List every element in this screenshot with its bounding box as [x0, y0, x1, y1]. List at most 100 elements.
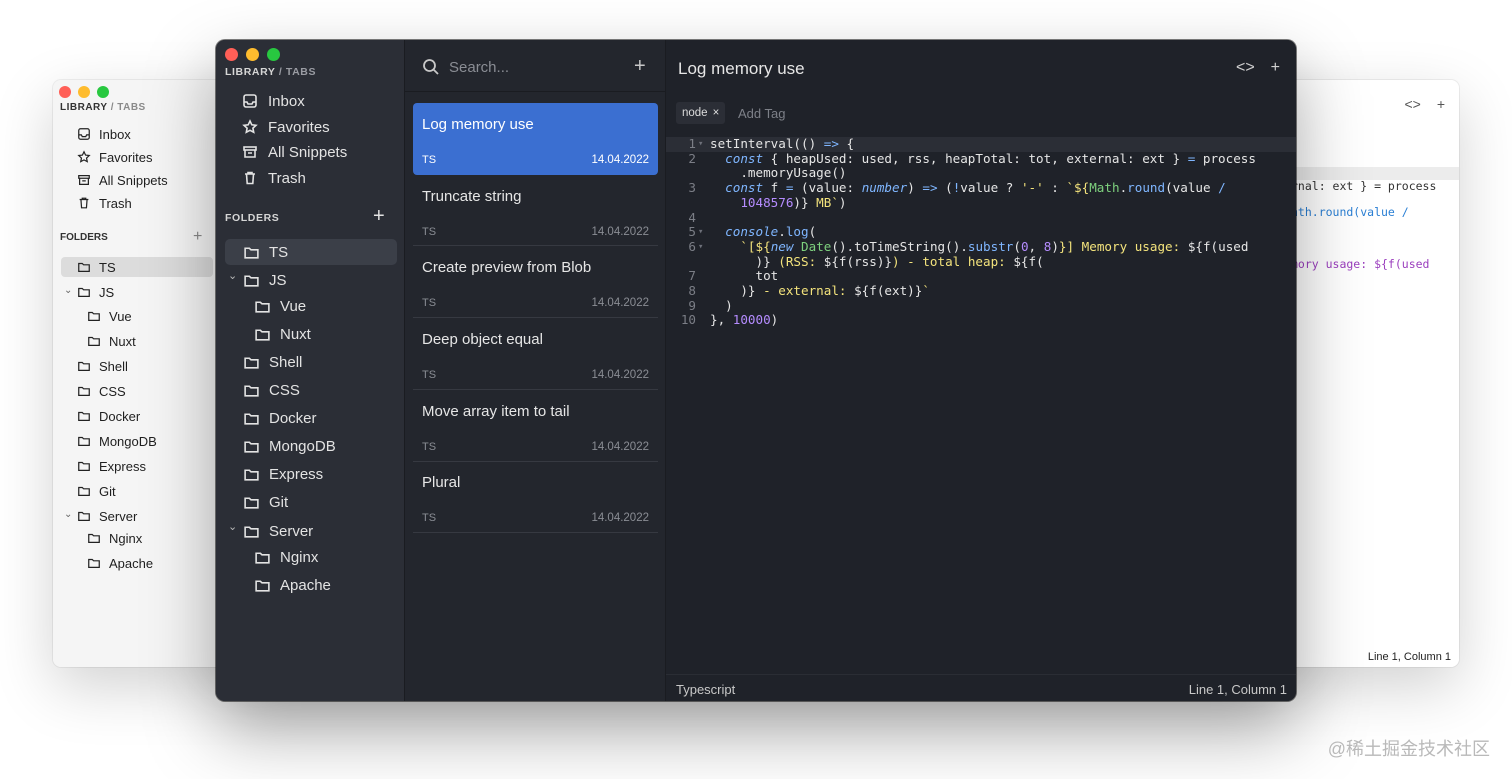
folder-shell[interactable]: Shell — [243, 349, 302, 375]
folder-git[interactable]: Git — [243, 489, 288, 515]
plus-icon[interactable]: + — [1437, 96, 1445, 112]
folder-icon — [88, 311, 100, 321]
watermark: @稀土掘金技术社区 — [1327, 739, 1490, 759]
light-folder-nuxt[interactable]: Nuxt — [87, 331, 136, 351]
light-breadcrumb-tabs[interactable]: TABS — [117, 102, 145, 113]
folder-js[interactable]: JS — [243, 267, 287, 293]
light-folder-express[interactable]: Express — [77, 456, 146, 476]
chevron-down-icon[interactable]: ⌄ — [228, 269, 237, 282]
add-folder-icon[interactable]: + — [373, 206, 385, 226]
folder-nginx[interactable]: Nginx — [254, 544, 318, 570]
light-folder-docker[interactable]: Docker — [77, 406, 140, 426]
snippet-language: TS — [422, 297, 437, 309]
close-button[interactable] — [225, 48, 238, 61]
star-icon — [77, 150, 91, 163]
chevron-down-icon[interactable]: ⌄ — [64, 509, 72, 520]
snippet-item[interactable]: Move array item to tail TS 14.04.2022 — [413, 390, 658, 462]
snippet-item[interactable]: Plural TS 14.04.2022 — [413, 461, 658, 533]
light-status-cursor: Line 1, Column 1 — [1367, 651, 1451, 663]
chevron-down-icon[interactable]: ⌄ — [228, 520, 237, 533]
light-folder-label: MongoDB — [99, 433, 157, 449]
search-box[interactable]: Search... — [422, 58, 509, 76]
light-folder-vue[interactable]: Vue — [87, 306, 132, 326]
folder-ts[interactable]: TS — [225, 239, 397, 265]
folder-icon — [78, 361, 90, 371]
light-breadcrumb: LIBRARY / TABS — [60, 102, 146, 113]
light-folder-label: Nginx — [109, 530, 143, 546]
sidebar-item-label: Trash — [268, 169, 306, 187]
light-nav-label: All Snippets — [99, 172, 168, 188]
light-folder-mongodb[interactable]: MongoDB — [77, 431, 157, 451]
minimize-button[interactable] — [246, 48, 259, 61]
sidebar-item-all-snippets[interactable]: All Snippets — [242, 140, 347, 164]
light-folder-label: Nuxt — [109, 333, 136, 349]
dark-theme-window: LIBRARY / TABS Inbox Favorites All Snipp… — [216, 40, 1296, 701]
sidebar-item-trash[interactable]: Trash — [242, 166, 306, 190]
code-line: 9 ) — [688, 297, 733, 313]
light-breadcrumb-library[interactable]: LIBRARY — [60, 102, 107, 113]
light-folder-git[interactable]: Git — [77, 481, 116, 501]
breadcrumb-library[interactable]: LIBRARY — [225, 66, 275, 78]
tag-chip[interactable]: node × — [676, 102, 726, 124]
breadcrumb-tabs[interactable]: TABS — [286, 66, 316, 78]
light-folder-apache[interactable]: Apache — [87, 553, 153, 573]
close-button[interactable] — [59, 86, 71, 98]
snippet-item[interactable]: Create preview from Blob TS 14.04.2022 — [413, 246, 658, 318]
snippet-item[interactable]: Deep object equal TS 14.04.2022 — [413, 318, 658, 390]
folder-icon — [244, 356, 259, 369]
chevron-down-icon[interactable]: ⌄ — [64, 285, 72, 296]
code-icon[interactable]: <> — [1404, 96, 1420, 112]
light-folder-js[interactable]: JS — [77, 282, 114, 302]
folder-docker[interactable]: Docker — [243, 405, 317, 431]
light-nav-favorites[interactable]: Favorites — [77, 147, 152, 167]
close-icon[interactable]: × — [713, 107, 720, 119]
folder-mongodb[interactable]: MongoDB — [243, 433, 336, 459]
snippet-item[interactable]: Truncate string TS 14.04.2022 — [413, 175, 658, 247]
light-folder-css[interactable]: CSS — [77, 381, 126, 401]
light-nav-all-snippets[interactable]: All Snippets — [77, 170, 168, 190]
snippet-list-pane: Search... + Log memory use TS 14.04.2022… — [405, 40, 666, 701]
snippet-language: TS — [422, 226, 437, 238]
snippet-date: 14.04.2022 — [591, 297, 649, 309]
add-snippet-icon[interactable]: + — [634, 56, 646, 76]
zoom-button[interactable] — [97, 86, 109, 98]
folder-css[interactable]: CSS — [243, 377, 300, 403]
light-folder-nginx[interactable]: Nginx — [87, 528, 142, 548]
folder-express[interactable]: Express — [243, 461, 323, 487]
search-icon — [423, 59, 439, 75]
folder-label: TS — [269, 243, 289, 261]
add-tag-input[interactable]: Add Tag — [738, 106, 785, 121]
archive-icon — [78, 175, 90, 185]
folder-server[interactable]: Server — [243, 518, 313, 544]
code-editor[interactable]: 1 ▾ setInterval(() => { 2 const { heapUsed… — [666, 136, 1296, 328]
plus-icon[interactable]: + — [1271, 59, 1280, 77]
folder-label: Shell — [269, 353, 303, 371]
light-folder-shell[interactable]: Shell — [77, 356, 128, 376]
sidebar-item-favorites[interactable]: Favorites — [242, 115, 330, 139]
language-selector[interactable]: Typescript — [676, 682, 735, 697]
trash-icon — [245, 171, 255, 185]
sidebar-item-inbox[interactable]: Inbox — [242, 89, 305, 113]
light-editor-toolbar: <> + — [1404, 96, 1445, 112]
light-add-folder-icon[interactable]: + — [193, 228, 202, 246]
light-nav-inbox[interactable]: Inbox — [77, 124, 131, 144]
snippet-date: 14.04.2022 — [591, 369, 649, 381]
light-folder-server[interactable]: Server — [77, 506, 137, 526]
zoom-button[interactable] — [267, 48, 280, 61]
code-icon[interactable]: <> — [1236, 59, 1255, 77]
light-code-fragment: ath.round(value / — [1291, 205, 1409, 219]
code-line: 3 const f = (value: number) => (!value ?… — [688, 180, 1226, 196]
snippet-title-input[interactable]: Log memory use — [678, 59, 805, 79]
minimize-button[interactable] — [78, 86, 90, 98]
light-folder-label: Git — [99, 483, 116, 499]
folder-apache[interactable]: Apache — [254, 572, 331, 598]
folder-label: Vue — [280, 297, 307, 315]
code-line: 1048576)} MB`) — [740, 194, 847, 210]
light-folder-ts[interactable]: TS — [61, 257, 213, 277]
folder-nuxt[interactable]: Nuxt — [254, 321, 311, 347]
search-input[interactable]: Search... — [449, 59, 509, 76]
light-code-fragment: rnal: ext } = process — [1291, 179, 1437, 193]
snippet-item[interactable]: Log memory use TS 14.04.2022 — [413, 103, 658, 175]
light-nav-trash[interactable]: Trash — [77, 193, 132, 213]
folder-vue[interactable]: Vue — [254, 293, 306, 319]
